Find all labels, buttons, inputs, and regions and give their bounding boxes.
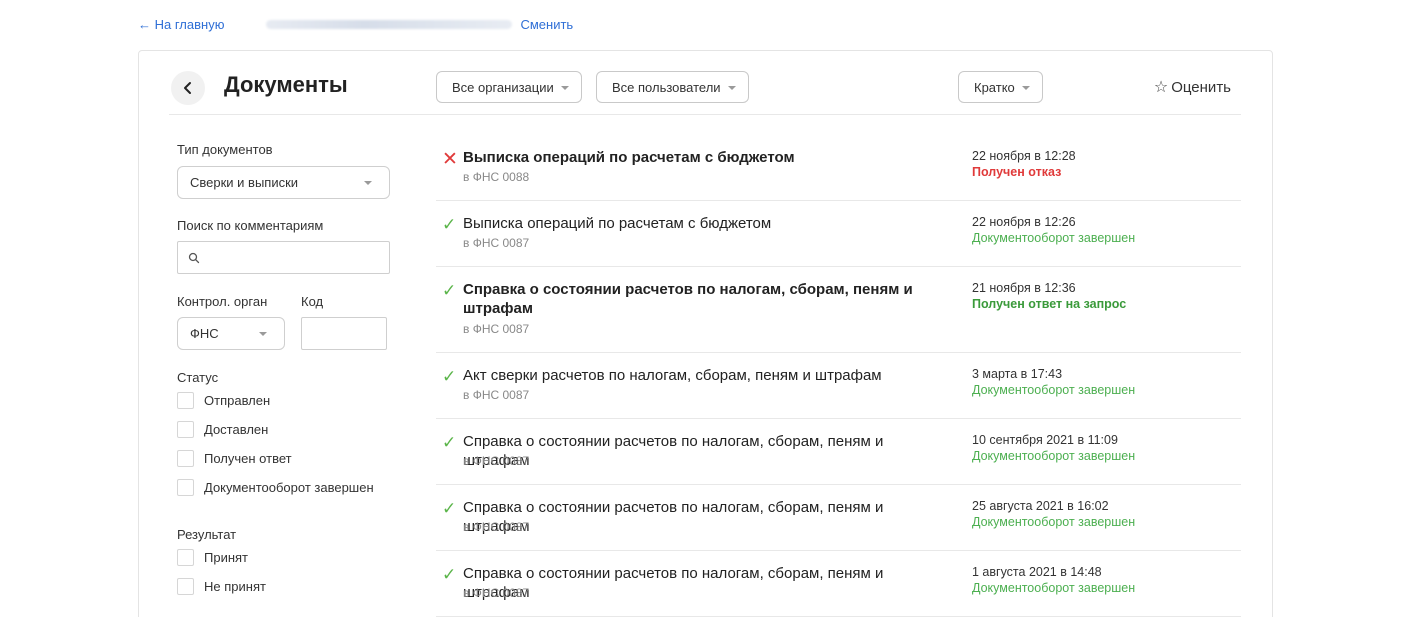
document-row[interactable]: ✓ Акт сверки расчетов по налогам, сборам… <box>436 353 1241 419</box>
search-comments-label: Поиск по комментариям <box>177 218 324 233</box>
view-mode-label: Кратко <box>974 79 1015 95</box>
checkbox[interactable] <box>177 479 194 496</box>
back-button[interactable] <box>171 71 205 105</box>
change-organization-link[interactable]: Сменить <box>520 17 573 32</box>
checkbox[interactable] <box>177 578 194 595</box>
document-date: 22 ноября в 12:26 <box>972 215 1076 229</box>
document-status: Документооборот завершен <box>972 581 1136 595</box>
user-filter-dropdown[interactable]: Все пользователи <box>596 71 749 103</box>
document-date: 1 августа 2021 в 14:48 <box>972 565 1102 579</box>
documents-list: ✕ Выписка операций по расчетам с бюджето… <box>436 135 1241 617</box>
authority-select[interactable]: ФНС <box>177 317 285 350</box>
document-row[interactable]: ✓ Справка о состоянии расчетов по налога… <box>436 551 1241 617</box>
document-status: Получен ответ на запрос <box>972 297 1127 311</box>
document-date: 21 ноября в 12:36 <box>972 281 1076 295</box>
cross-icon: ✕ <box>442 149 458 170</box>
document-status: Документооборот завершен <box>972 231 1136 245</box>
document-row[interactable]: ✓ Справка о состоянии расчетов по налога… <box>436 267 1241 353</box>
document-status: Документооборот завершен <box>972 515 1136 529</box>
organization-filter-dropdown[interactable]: Все организации <box>436 71 582 103</box>
user-filter-label: Все пользователи <box>612 79 721 95</box>
code-input[interactable] <box>301 317 387 350</box>
topbar: ← На главную Сменить <box>138 16 573 32</box>
document-title[interactable]: Акт сверки расчетов по налогам, сборам, … <box>463 366 953 385</box>
document-date: 10 сентября 2021 в 11:09 <box>972 433 1118 447</box>
status-option-label: Доставлен <box>204 422 269 437</box>
checkbox[interactable] <box>177 450 194 467</box>
document-status: Документооборот завершен <box>972 383 1136 397</box>
document-title[interactable]: Выписка операций по расчетам с бюджетом <box>463 148 953 167</box>
result-label: Результат <box>177 527 237 542</box>
document-title[interactable]: Справка о состоянии расчетов по налогам,… <box>463 432 953 470</box>
checkbox[interactable] <box>177 392 194 409</box>
result-option-label: Не принят <box>204 579 266 594</box>
check-icon: ✓ <box>442 565 457 584</box>
code-label: Код <box>301 294 324 309</box>
check-icon: ✓ <box>442 215 457 234</box>
search-icon <box>188 252 200 264</box>
document-title[interactable]: Справка о состоянии расчетов по налогам,… <box>463 564 953 602</box>
document-row[interactable]: ✓ Справка о состоянии расчетов по налога… <box>436 485 1241 551</box>
organization-filter-label: Все организации <box>452 79 554 95</box>
documents-card: Документы Все организации Все пользовате… <box>138 50 1273 617</box>
document-date: 22 ноября в 12:28 <box>972 149 1076 163</box>
document-title[interactable]: Справка о состоянии расчетов по налогам,… <box>463 498 953 536</box>
document-title[interactable]: Справка о состоянии расчетов по налогам,… <box>463 280 933 318</box>
document-status: Получен отказ <box>972 165 1062 179</box>
document-date: 25 августа 2021 в 16:02 <box>972 499 1109 513</box>
document-row[interactable]: ✓ Выписка операций по расчетам с бюджето… <box>436 201 1241 267</box>
blurred-organization-name <box>266 19 513 29</box>
check-icon: ✓ <box>442 367 457 386</box>
status-option-delivered[interactable]: Доставлен <box>177 421 268 438</box>
rate-button[interactable]: ☆ Оценить <box>1154 77 1231 97</box>
authority-value: ФНС <box>190 326 219 341</box>
status-option-label: Документооборот завершен <box>204 480 374 495</box>
document-row[interactable]: ✓ Справка о состоянии расчетов по налога… <box>436 419 1241 485</box>
document-recipient: в ФНС 0087 <box>463 454 530 468</box>
star-icon: ☆ <box>1153 79 1169 96</box>
checkbox[interactable] <box>177 421 194 438</box>
doc-type-label: Тип документов <box>177 142 273 157</box>
documents-header: Документы Все организации Все пользовате… <box>169 69 1241 115</box>
check-icon: ✓ <box>442 499 457 518</box>
status-option-label: Получен ответ <box>204 451 292 466</box>
result-option-rejected[interactable]: Не принят <box>177 578 266 595</box>
chevron-left-icon <box>184 82 191 94</box>
caret-down-icon <box>727 85 736 90</box>
document-recipient: в ФНС 0088 <box>463 170 530 184</box>
caret-down-icon <box>1021 85 1030 90</box>
document-recipient: в ФНС 0087 <box>463 586 530 600</box>
document-recipient: в ФНС 0087 <box>463 236 530 250</box>
status-option-answered[interactable]: Получен ответ <box>177 450 292 467</box>
search-comments-input[interactable] <box>177 241 390 274</box>
document-date: 3 марта в 17:43 <box>972 367 1063 381</box>
doc-type-select[interactable]: Сверки и выписки <box>177 166 390 199</box>
caret-down-icon <box>560 85 569 90</box>
authority-label: Контрол. орган <box>177 294 268 309</box>
status-option-completed[interactable]: Документооборот завершен <box>177 479 374 496</box>
document-recipient: в ФНС 0087 <box>463 388 530 402</box>
status-option-sent[interactable]: Отправлен <box>177 392 270 409</box>
check-icon: ✓ <box>442 281 457 300</box>
rate-label: Оценить <box>1171 78 1231 96</box>
document-title[interactable]: Выписка операций по расчетам с бюджетом <box>463 214 953 233</box>
document-status: Документооборот завершен <box>972 449 1136 463</box>
check-icon: ✓ <box>442 433 457 452</box>
document-recipient: в ФНС 0087 <box>463 322 530 336</box>
document-row[interactable]: ✕ Выписка операций по расчетам с бюджето… <box>436 135 1241 201</box>
status-option-label: Отправлен <box>204 393 271 408</box>
result-option-label: Принят <box>204 550 249 565</box>
result-option-accepted[interactable]: Принят <box>177 549 248 566</box>
doc-type-value: Сверки и выписки <box>190 175 299 190</box>
caret-down-icon <box>259 332 267 336</box>
document-recipient: в ФНС 0087 <box>463 520 530 534</box>
caret-down-icon <box>364 181 372 185</box>
checkbox[interactable] <box>177 549 194 566</box>
page-title: Документы <box>224 72 348 97</box>
back-to-home-link[interactable]: ← На главную <box>138 17 224 32</box>
view-mode-dropdown[interactable]: Кратко <box>958 71 1043 103</box>
status-label: Статус <box>177 370 219 385</box>
